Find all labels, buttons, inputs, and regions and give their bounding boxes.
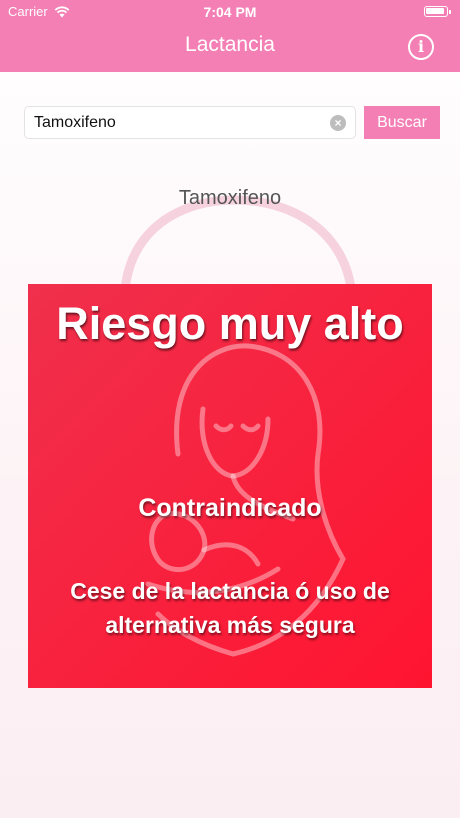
info-glyph: i <box>417 37 425 56</box>
app-header: Carrier 7:04 PM Lactancia i <box>0 0 460 72</box>
search-input[interactable]: Tamoxifeno × <box>24 106 356 139</box>
risk-card: Riesgo muy alto Contraindicado Cese de l… <box>28 284 432 688</box>
risk-category-label: Contraindicado <box>138 494 322 522</box>
search-input-value: Tamoxifeno <box>34 114 116 131</box>
page-title: Lactancia <box>185 33 275 56</box>
battery-icon <box>424 6 451 17</box>
drug-name-label: Tamoxifeno <box>178 187 282 209</box>
status-bar: Carrier 7:04 PM <box>0 0 460 24</box>
status-time: 7:04 PM <box>203 4 257 20</box>
info-icon[interactable]: i <box>408 34 434 60</box>
recommendation-label: Cese de la lactancia ó uso de alternativ… <box>70 578 390 638</box>
search-button[interactable]: Buscar <box>364 106 440 139</box>
clear-icon[interactable]: × <box>330 115 346 131</box>
risk-level-label: Riesgo muy alto <box>56 298 404 349</box>
